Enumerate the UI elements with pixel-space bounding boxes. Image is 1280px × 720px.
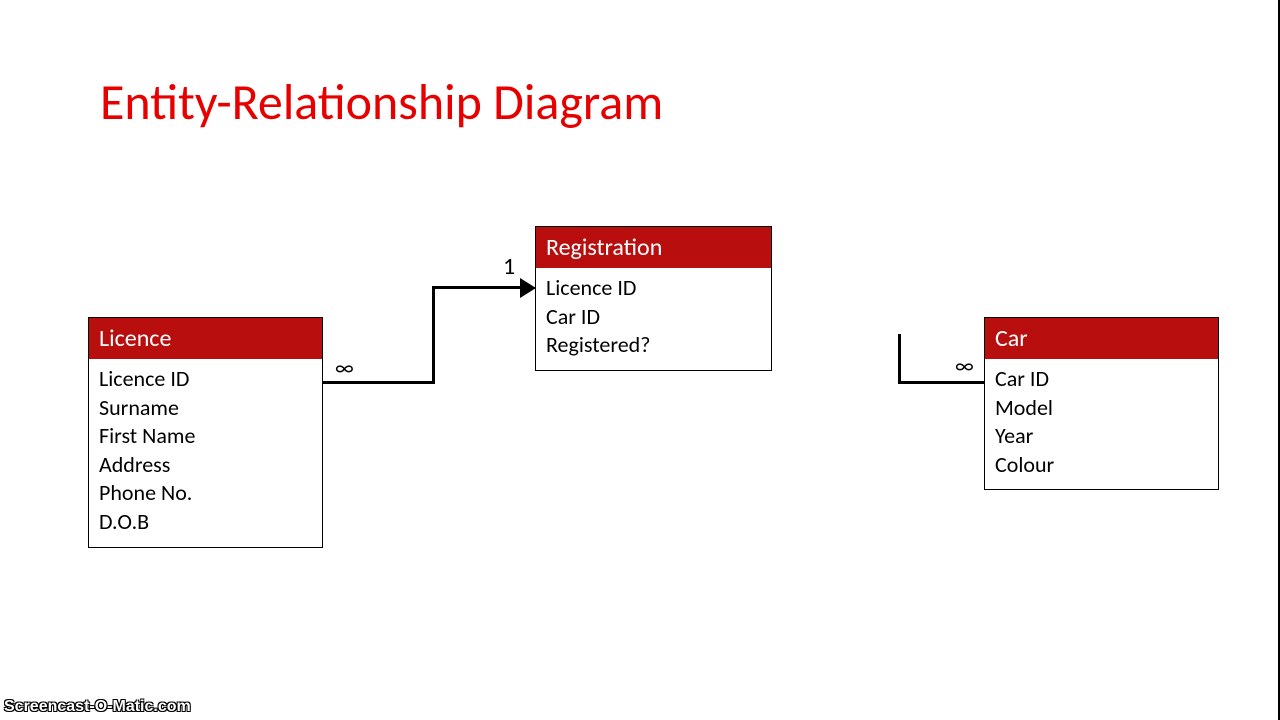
entity-licence-body: Licence ID Surname First Name Address Ph…	[89, 359, 322, 547]
entity-registration-body: Licence ID Car ID Registered?	[536, 268, 771, 370]
attr: D.O.B	[99, 508, 312, 537]
cardinality-one: 1	[503, 252, 515, 281]
entity-licence-header: Licence	[89, 318, 322, 359]
entity-registration-header: Registration	[536, 227, 771, 268]
connector-line	[898, 334, 901, 384]
entity-car-header: Car	[985, 318, 1218, 359]
entity-car: Car Car ID Model Year Colour	[984, 317, 1219, 490]
connector-line	[432, 286, 435, 384]
attr: Registered?	[546, 331, 761, 360]
attr: Licence ID	[99, 365, 312, 394]
diagram-title: Entity-Relationship Diagram	[100, 72, 663, 133]
cardinality-many: ∞	[955, 352, 974, 379]
entity-car-body: Car ID Model Year Colour	[985, 359, 1218, 489]
attr: Surname	[99, 394, 312, 423]
attr: Licence ID	[546, 274, 761, 303]
cardinality-many: ∞	[335, 354, 354, 381]
attr: Model	[995, 394, 1208, 423]
attr: Car ID	[995, 365, 1208, 394]
attr: Colour	[995, 451, 1208, 480]
connector-line	[898, 381, 984, 384]
connector-line	[432, 286, 526, 289]
attr: First Name	[99, 422, 312, 451]
arrow-icon	[520, 278, 536, 298]
attr: Year	[995, 422, 1208, 451]
watermark: Screencast-O-Matic.com	[4, 698, 191, 716]
attr: Phone No.	[99, 479, 312, 508]
attr: Car ID	[546, 303, 761, 332]
entity-registration: Registration Licence ID Car ID Registere…	[535, 226, 772, 371]
connector-line	[323, 381, 435, 384]
attr: Address	[99, 451, 312, 480]
entity-licence: Licence Licence ID Surname First Name Ad…	[88, 317, 323, 548]
